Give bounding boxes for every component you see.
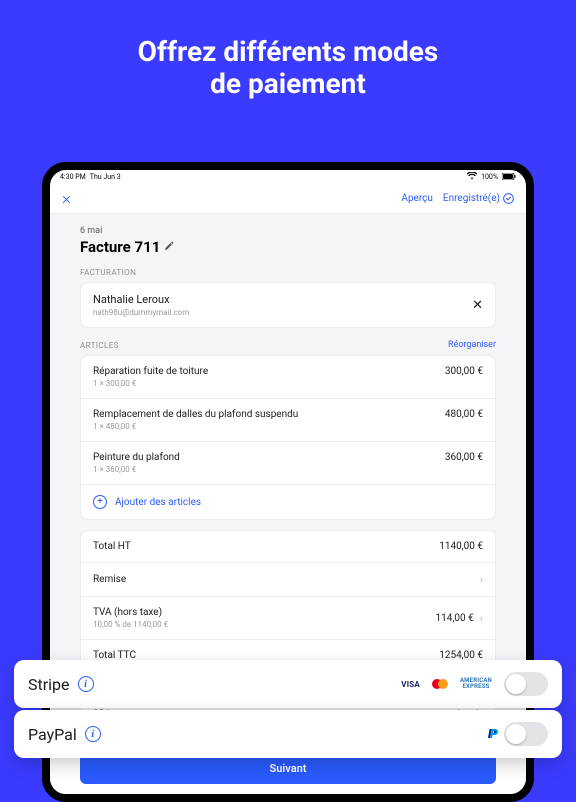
discount-row[interactable]: Remise › [81, 562, 495, 596]
invoice-title[interactable]: Facture 711 [80, 238, 496, 256]
close-icon[interactable]: × [62, 189, 71, 209]
line-item[interactable]: Peinture du plafond 1 × 360,00 € 360,00 … [81, 441, 495, 484]
subtotal-row: Total HT 1140,00 € [81, 531, 495, 562]
stripe-toggle[interactable] [504, 672, 548, 696]
paypal-label: PayPal [28, 725, 77, 744]
item-qty-price: 1 × 300,00 € [93, 379, 208, 388]
battery-icon [502, 173, 516, 182]
info-icon[interactable]: i [85, 726, 101, 742]
preview-link[interactable]: Aperçu [401, 193, 432, 204]
line-item[interactable]: Remplacement de dalles du plafond suspen… [81, 398, 495, 441]
item-amount: 480,00 € [445, 409, 483, 420]
status-date: Thu Jun 3 [90, 173, 121, 181]
stripe-option-card: Stripe i VISA AMERICANEXPRESS [14, 660, 562, 708]
item-qty-price: 1 × 360,00 € [93, 465, 180, 474]
check-circle-icon [503, 193, 514, 204]
items-card: Réparation fuite de toiture 1 × 300,00 €… [80, 355, 496, 520]
edit-icon[interactable] [164, 241, 174, 254]
articles-section-label: ARTICLES [80, 341, 119, 350]
nav-bar: × Aperçu Enregistré(e) [50, 184, 526, 214]
status-bar: 4:30 PM Thu Jun 3 100% [50, 170, 526, 184]
paypal-toggle[interactable] [504, 722, 548, 746]
chevron-right-icon: › [480, 612, 483, 625]
hero-title: Offrez différents modes de paiement [0, 0, 576, 124]
item-amount: 300,00 € [445, 366, 483, 377]
totals-card: Total HT 1140,00 € Remise › TVA (hors ta… [80, 530, 496, 672]
stripe-label: Stripe [28, 675, 70, 694]
item-name: Réparation fuite de toiture [93, 366, 208, 377]
item-name: Remplacement de dalles du plafond suspen… [93, 409, 298, 420]
status-battery: 100% [481, 173, 498, 181]
item-name: Peinture du plafond [93, 452, 180, 463]
client-card[interactable]: Nathalie Leroux nath98u@dummymail.com ✕ [80, 282, 496, 328]
tax-row[interactable]: TVA (hors taxe) 10,00 % de 1140,00 € 114… [81, 596, 495, 639]
wifi-icon [467, 172, 477, 182]
remove-client-icon[interactable]: ✕ [472, 298, 483, 313]
add-item-button[interactable]: + Ajouter des articles [81, 484, 495, 519]
status-time: 4:30 PM [60, 173, 86, 181]
invoice-date: 6 mai [80, 226, 496, 236]
mastercard-icon [432, 679, 448, 689]
saved-status: Enregistré(e) [443, 193, 514, 204]
info-icon[interactable]: i [78, 676, 94, 692]
plus-circle-icon: + [93, 495, 107, 509]
client-name: Nathalie Leroux [93, 293, 189, 306]
client-email: nath98u@dummymail.com [93, 308, 189, 317]
visa-icon: VISA [397, 678, 424, 691]
paypal-option-card: PayPal i P [14, 710, 562, 758]
amex-icon: AMERICANEXPRESS [456, 676, 496, 692]
item-amount: 360,00 € [445, 452, 483, 463]
item-qty-price: 1 × 480,00 € [93, 422, 298, 431]
line-item[interactable]: Réparation fuite de toiture 1 × 300,00 €… [81, 356, 495, 398]
chevron-right-icon: › [480, 573, 483, 586]
paypal-icon: P [488, 727, 496, 742]
billing-section-label: FACTURATION [80, 268, 496, 277]
reorganize-link[interactable]: Réorganiser [448, 340, 496, 350]
